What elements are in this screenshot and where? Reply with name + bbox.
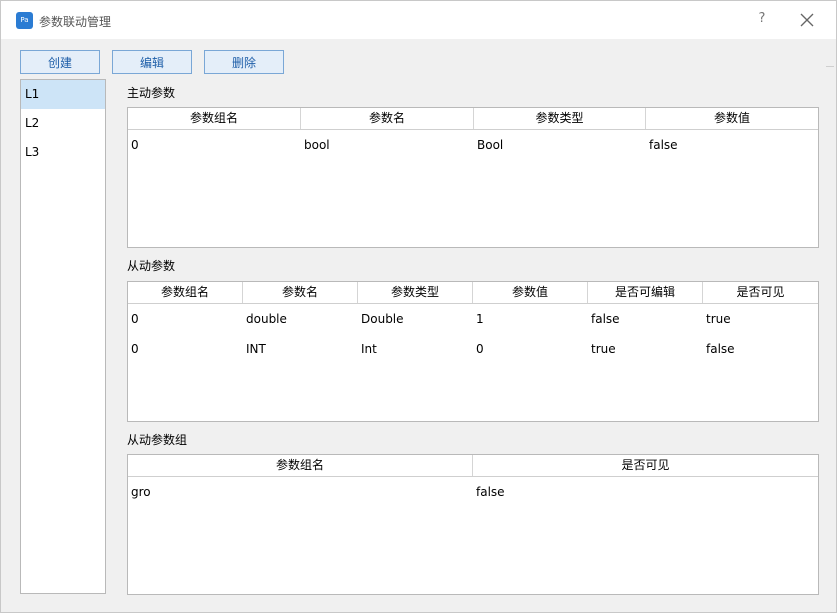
column-header[interactable]: 参数名: [301, 108, 474, 129]
column-header[interactable]: 参数类型: [358, 282, 473, 303]
divider: [826, 66, 834, 67]
create-button[interactable]: 创建: [20, 50, 100, 74]
column-header[interactable]: 参数类型: [474, 108, 646, 129]
column-header[interactable]: 参数组名: [128, 282, 243, 303]
column-header[interactable]: 是否可见: [703, 282, 818, 303]
master-params-label: 主动参数: [127, 86, 176, 100]
slave-groups-label: 从动参数组: [127, 433, 188, 447]
slave-groups-table[interactable]: 参数组名 是否可见 gro false: [127, 454, 819, 595]
table-cell: true: [706, 312, 731, 326]
column-header[interactable]: 是否可见: [473, 455, 818, 476]
table-row[interactable]: 0 bool Bool false: [128, 130, 818, 160]
title-bar: Pa 参数联动管理 ?: [1, 1, 836, 39]
table-header: 参数组名 是否可见: [128, 455, 818, 477]
table-cell: true: [591, 342, 616, 356]
help-button[interactable]: ?: [753, 11, 771, 29]
column-header[interactable]: 参数值: [646, 108, 818, 129]
table-cell: false: [591, 312, 620, 326]
table-cell: bool: [304, 138, 330, 152]
slave-params-label: 从动参数: [127, 259, 176, 273]
table-row[interactable]: 0 double Double 1 false true: [128, 304, 818, 334]
column-header[interactable]: 参数名: [243, 282, 358, 303]
master-params-table[interactable]: 参数组名 参数名 参数类型 参数值 0 bool Bool false: [127, 107, 819, 248]
table-header: 参数组名 参数名 参数类型 参数值: [128, 108, 818, 130]
table-cell: INT: [246, 342, 266, 356]
table-cell: 0: [131, 312, 139, 326]
list-item-l2[interactable]: L2: [21, 109, 105, 138]
list-item-l1[interactable]: L1: [21, 80, 105, 109]
table-cell: 0: [131, 342, 139, 356]
close-icon: [800, 13, 814, 27]
edit-button[interactable]: 编辑: [112, 50, 192, 74]
slave-params-table[interactable]: 参数组名 参数名 参数类型 参数值 是否可编辑 是否可见 0 double Do…: [127, 281, 819, 422]
table-cell: false: [706, 342, 735, 356]
column-header[interactable]: 参数组名: [128, 455, 473, 476]
window-title: 参数联动管理: [39, 15, 112, 29]
linkage-list[interactable]: L1 L2 L3: [20, 79, 106, 594]
column-header[interactable]: 是否可编辑: [588, 282, 703, 303]
app-icon: Pa: [16, 12, 33, 29]
dialog-window: Pa 参数联动管理 ? 创建 编辑 删除 L1 L2 L3 主动参数 参数组名 …: [0, 0, 837, 613]
table-cell: 0: [131, 138, 139, 152]
table-cell: 1: [476, 312, 484, 326]
table-cell: 0: [476, 342, 484, 356]
delete-button[interactable]: 删除: [204, 50, 284, 74]
list-item-l3[interactable]: L3: [21, 138, 105, 167]
table-row[interactable]: gro false: [128, 477, 818, 507]
close-button[interactable]: [796, 9, 818, 31]
table-header: 参数组名 参数名 参数类型 参数值 是否可编辑 是否可见: [128, 282, 818, 304]
table-cell: Double: [361, 312, 404, 326]
table-row[interactable]: 0 INT Int 0 true false: [128, 334, 818, 364]
table-cell: false: [476, 485, 505, 499]
table-cell: false: [649, 138, 678, 152]
table-cell: Int: [361, 342, 377, 356]
column-header[interactable]: 参数值: [473, 282, 588, 303]
table-cell: double: [246, 312, 287, 326]
column-header[interactable]: 参数组名: [128, 108, 301, 129]
table-cell: Bool: [477, 138, 504, 152]
table-cell: gro: [131, 485, 151, 499]
